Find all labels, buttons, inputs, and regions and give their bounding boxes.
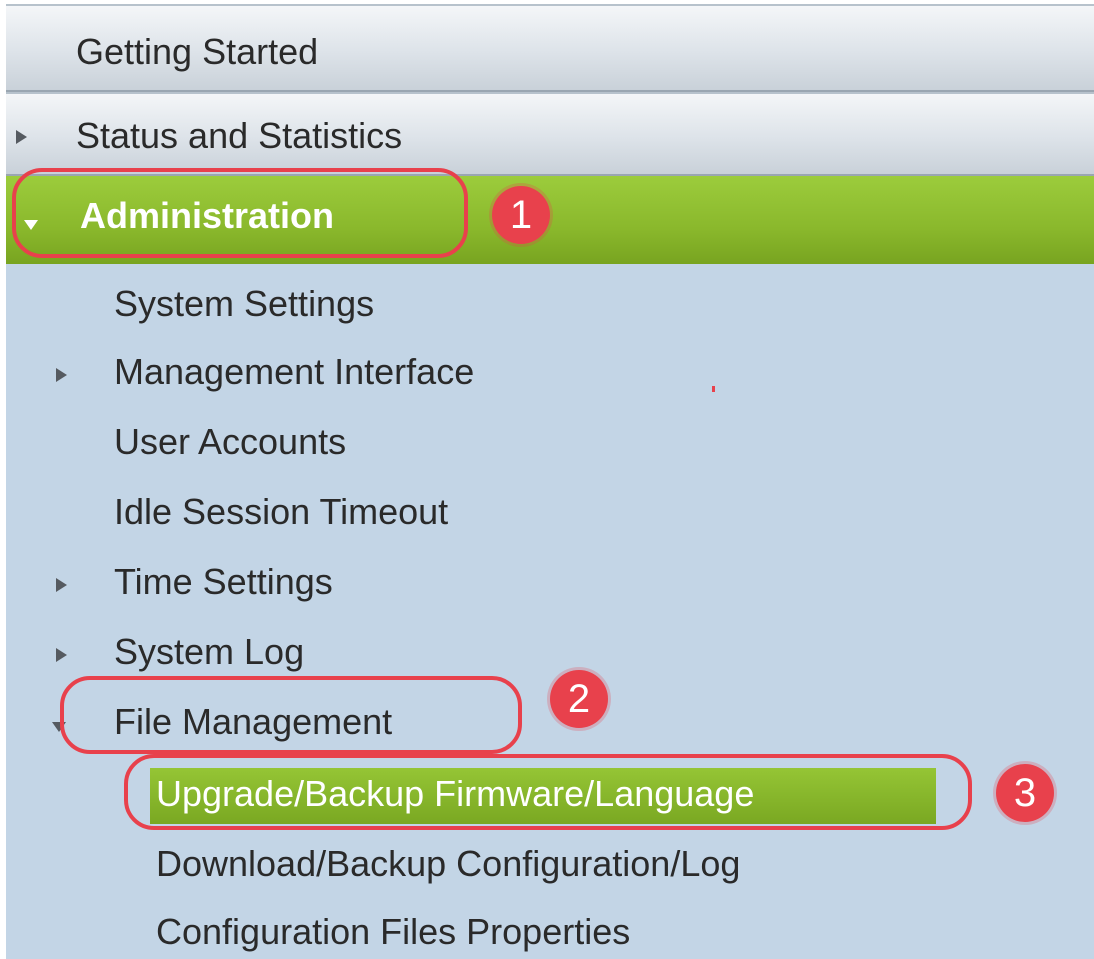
nav-item-system-log[interactable]: System Log [114, 634, 304, 670]
nav-item-download-backup-configuration-log[interactable]: Download/Backup Configuration/Log [156, 846, 740, 882]
annotation-badge-step-3: 3 [996, 764, 1054, 822]
nav-section-label: Status and Statistics [76, 115, 403, 156]
nav-item-user-accounts[interactable]: User Accounts [114, 424, 346, 460]
expand-triangle-icon [56, 578, 67, 592]
annotation-badge-step-1: 1 [492, 186, 550, 244]
expand-triangle-icon [56, 648, 67, 662]
nav-item-idle-session-timeout[interactable]: Idle Session Timeout [114, 494, 448, 530]
nav-section-label: Getting Started [76, 31, 319, 72]
nav-item-time-settings[interactable]: Time Settings [114, 564, 333, 600]
nav-item-file-management[interactable]: File Management [114, 704, 392, 740]
nav-item-configuration-files-properties[interactable]: Configuration Files Properties [156, 914, 630, 950]
nav-item-system-settings[interactable]: System Settings [114, 286, 374, 322]
annotation-badge-step-2: 2 [550, 670, 608, 728]
nav-section-label: Administration [80, 195, 335, 236]
nav-item-management-interface[interactable]: Management Interface [114, 354, 474, 390]
nav-section-status-and-statistics[interactable]: Status and Statistics [6, 92, 1094, 176]
nav-item-upgrade-backup-firmware-language[interactable]: Upgrade/Backup Firmware/Language [156, 776, 754, 812]
expand-triangle-icon [16, 130, 27, 144]
nav-section-administration[interactable]: Administration [6, 176, 1094, 264]
expand-triangle-icon [56, 368, 67, 382]
collapse-triangle-icon [52, 722, 66, 732]
stray-mark [712, 386, 715, 392]
nav-section-getting-started[interactable]: Getting Started [6, 4, 1094, 92]
collapse-triangle-icon [24, 220, 38, 230]
navigation-tree: Getting Started Status and Statistics Ad… [6, 4, 1094, 959]
